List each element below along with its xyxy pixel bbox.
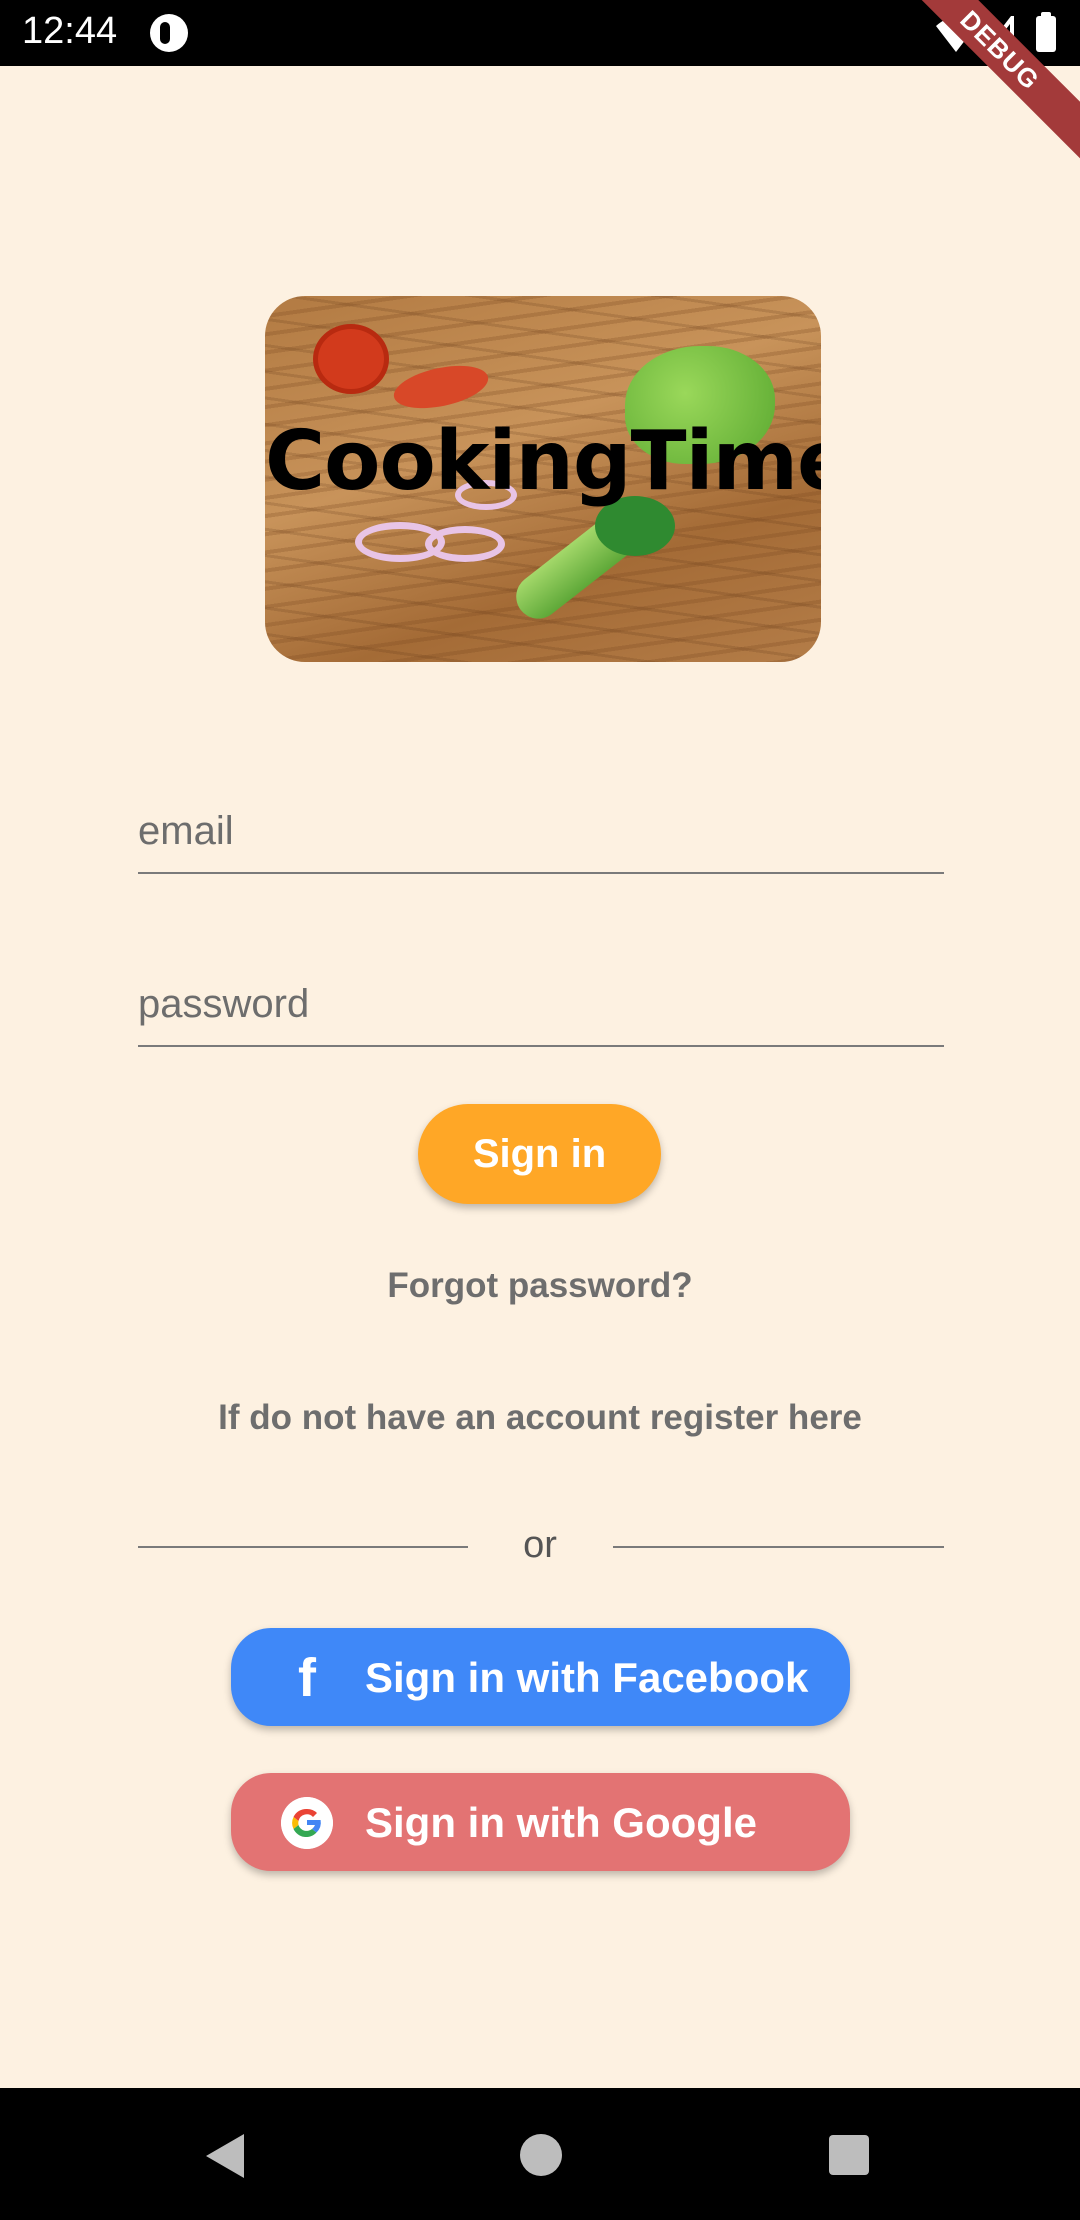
- app-logo: CookingTime: [265, 296, 821, 662]
- password-field[interactable]: [138, 963, 944, 1047]
- status-time: 12:44: [22, 10, 118, 52]
- facebook-icon: f: [298, 1648, 316, 1708]
- sign-in-button[interactable]: Sign in: [418, 1104, 661, 1204]
- app-notification-icon: [150, 14, 188, 52]
- onion-ring-illustration: [425, 526, 505, 562]
- divider-or-label: or: [523, 1524, 557, 1566]
- facebook-button-label: Sign in with Facebook: [365, 1654, 809, 1701]
- register-link[interactable]: If do not have an account register here: [0, 1398, 1080, 1438]
- forgot-password-link[interactable]: Forgot password?: [0, 1266, 1080, 1306]
- google-button-label: Sign in with Google: [365, 1799, 757, 1846]
- status-bar: 12:44: [0, 0, 1080, 66]
- home-icon[interactable]: [520, 2134, 562, 2176]
- navigation-bar: [0, 2088, 1080, 2220]
- tomato-illustration: [313, 324, 389, 394]
- google-icon: [281, 1797, 333, 1849]
- back-icon[interactable]: [206, 2134, 244, 2178]
- email-field[interactable]: [138, 790, 944, 874]
- recents-icon[interactable]: [829, 2135, 869, 2175]
- google-sign-in-button[interactable]: Sign in with Google: [231, 1773, 850, 1871]
- tomato-slice-illustration: [390, 358, 492, 416]
- divider-line-left: [138, 1546, 468, 1548]
- logo-title: CookingTime: [265, 414, 821, 509]
- facebook-sign-in-button[interactable]: f Sign in with Facebook: [231, 1628, 850, 1726]
- divider-line-right: [613, 1546, 944, 1548]
- battery-icon: [1036, 12, 1056, 52]
